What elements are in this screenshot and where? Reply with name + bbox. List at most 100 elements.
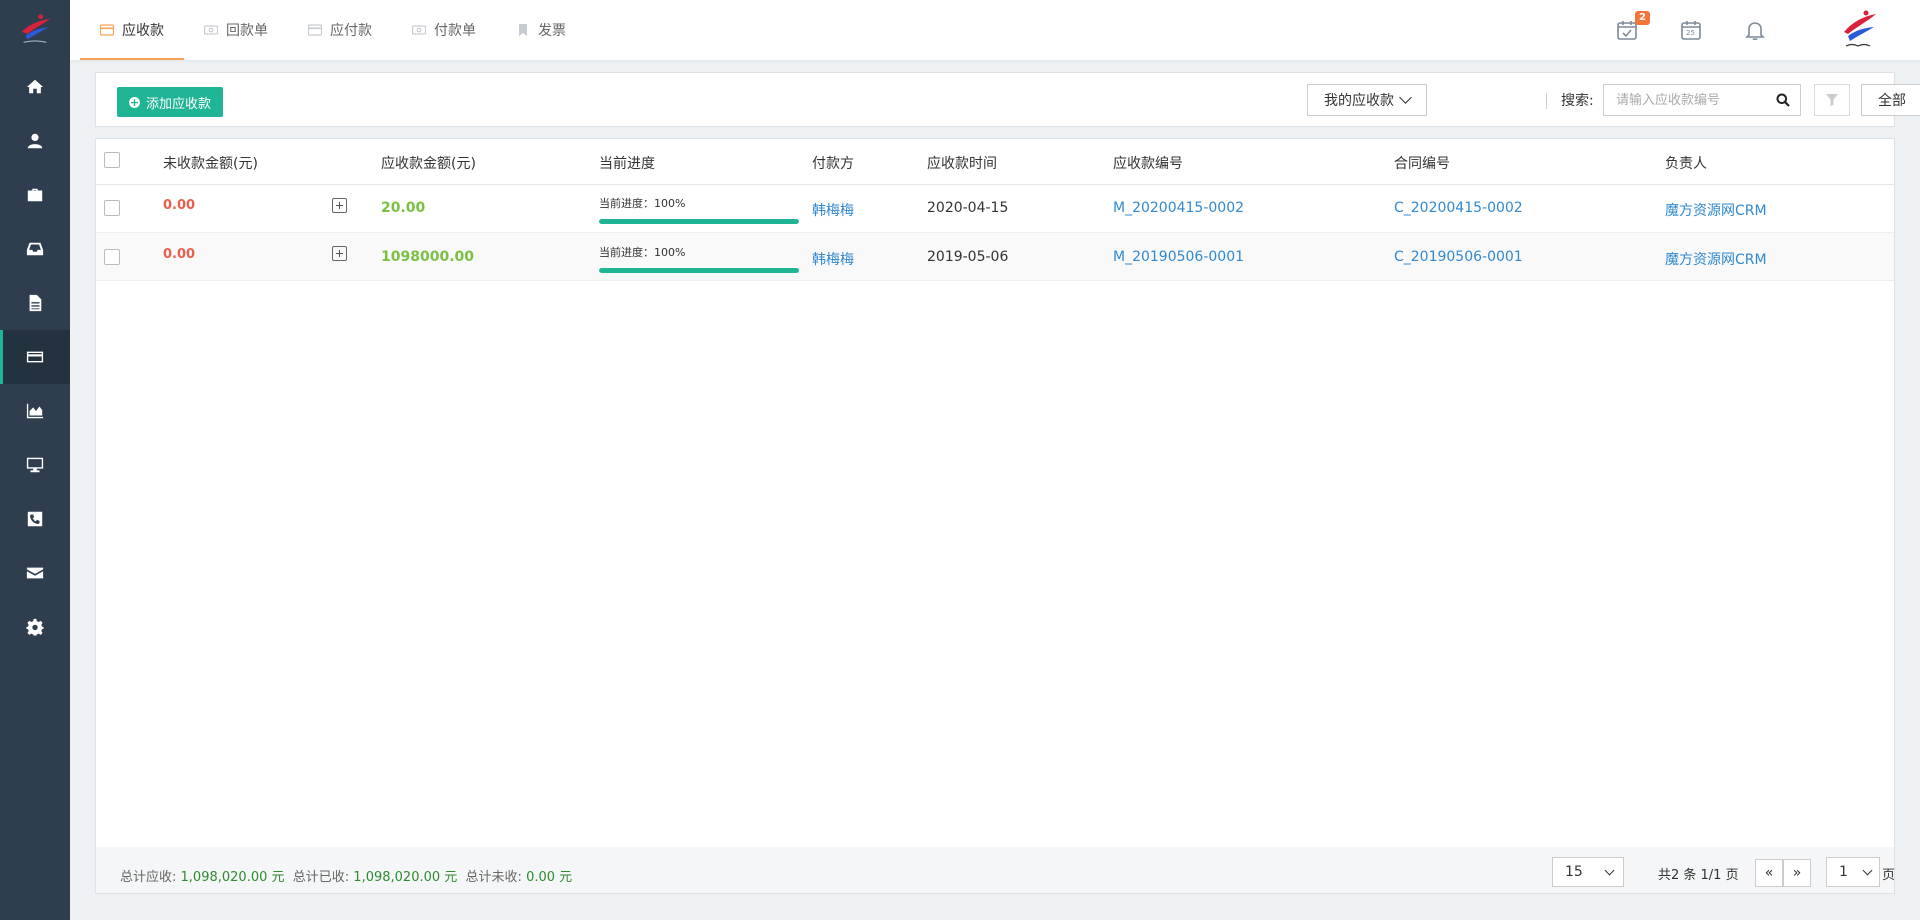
- total-unreceived-label: 总计未收:: [465, 870, 522, 885]
- progress-label: 当前进度：100%: [599, 246, 686, 259]
- sidebar-item-inbox[interactable]: [0, 222, 70, 276]
- receivable-amount: 20.00: [381, 200, 426, 216]
- table-row[interactable]: 0.00 20.00 当前进度：100% 韩梅梅 2020-04-15 M_20…: [96, 185, 1894, 233]
- progress-label: 当前进度：100%: [599, 197, 686, 210]
- logo[interactable]: [0, 0, 70, 60]
- chevron-down-icon: [1399, 91, 1412, 104]
- home-icon: [26, 79, 44, 94]
- owner-link[interactable]: 魔方资源网CRM: [1665, 200, 1767, 220]
- receivable-number-link[interactable]: M_20200415-0002: [1113, 200, 1244, 216]
- bell-icon: [1745, 22, 1765, 41]
- receivable-number-link[interactable]: M_20190506-0001: [1113, 249, 1244, 265]
- status-select-value: 全部: [1878, 93, 1906, 109]
- tab-payment-receipts[interactable]: 回款单: [184, 0, 288, 60]
- table-header: 未收款金额(元) 应收款金额(元) 当前进度 付款方 应收款时间 应收款编号 合…: [96, 139, 1894, 185]
- chevron-down-icon: [1862, 865, 1873, 875]
- add-receivable-button[interactable]: + 添加应收款: [117, 87, 224, 117]
- page-size-select[interactable]: 15: [1552, 857, 1624, 887]
- progress-fill: [599, 219, 799, 224]
- page-unit: 页: [1882, 868, 1896, 883]
- receivable-amount: 1098000.00: [381, 249, 474, 265]
- module-tabs: 应收款 回款单 应付款 付款单 发票: [80, 0, 586, 60]
- header-unreceived[interactable]: 未收款金额(元): [163, 153, 258, 173]
- expand-row-button[interactable]: [332, 246, 347, 261]
- plus-circle-icon: +: [129, 95, 140, 109]
- tab-payables[interactable]: 应付款: [288, 0, 392, 60]
- payer-link[interactable]: 韩梅梅: [812, 200, 854, 220]
- expand-row-button[interactable]: [332, 198, 347, 213]
- tab-label: 应收款: [122, 23, 164, 39]
- sidebar-item-monitor[interactable]: [0, 438, 70, 492]
- table-row[interactable]: 0.00 1098000.00 当前进度：100% 韩梅梅 2019-05-06…: [96, 233, 1894, 281]
- bookmark-icon: [519, 24, 527, 36]
- divider: [1546, 93, 1547, 109]
- briefcase-icon: [27, 188, 43, 202]
- brand-logo-icon: [1844, 10, 1876, 47]
- top-bar: 应收款 回款单 应付款 付款单 发票 2 25: [70, 0, 1920, 60]
- total-due-label: 总计应收:: [120, 870, 177, 885]
- page-number-value: 1: [1839, 864, 1848, 880]
- contract-number-link[interactable]: C_20190506-0001: [1394, 249, 1523, 265]
- brand-logo-icon: [21, 14, 51, 43]
- table-footer: 总计应收: 1,098,020.00 元 总计已收: 1,098,020.00 …: [96, 847, 1896, 893]
- toolbar: + 添加应收款 我的应收款 搜索: 全部: [95, 72, 1920, 127]
- sidebar-item-reports[interactable]: [0, 384, 70, 438]
- total-received-value: 1,098,020.00 元: [353, 870, 458, 885]
- envelope-icon: [26, 567, 44, 579]
- sidebar-item-settings[interactable]: [0, 600, 70, 654]
- notifications-button[interactable]: [1744, 19, 1766, 41]
- sidebar-item-mail[interactable]: [0, 546, 70, 600]
- page-size-value: 15: [1565, 864, 1583, 880]
- filter-button[interactable]: [1814, 84, 1850, 116]
- header-date[interactable]: 应收款时间: [927, 153, 997, 173]
- row-checkbox[interactable]: [104, 249, 120, 265]
- header-progress[interactable]: 当前进度: [599, 153, 655, 173]
- progress-fill: [599, 268, 799, 273]
- sidebar-item-calls[interactable]: [0, 492, 70, 546]
- calendar-day: 25: [1686, 29, 1695, 37]
- progress-bar: [599, 268, 799, 273]
- page-number-select[interactable]: 1: [1826, 857, 1880, 887]
- payer-link[interactable]: 韩梅梅: [812, 249, 854, 269]
- search-icon[interactable]: [1776, 93, 1790, 107]
- search-input[interactable]: [1604, 92, 1764, 108]
- receivable-date: 2019-05-06: [927, 249, 1009, 265]
- money-icon: [412, 25, 426, 35]
- sidebar: [0, 0, 70, 920]
- receivable-date: 2020-04-15: [927, 200, 1009, 216]
- user-avatar[interactable]: [1836, 8, 1880, 52]
- select-all-checkbox[interactable]: [104, 152, 120, 168]
- row-checkbox[interactable]: [104, 200, 120, 216]
- money-icon: [204, 25, 218, 35]
- sidebar-item-home[interactable]: [0, 60, 70, 114]
- tab-label: 发票: [538, 23, 566, 39]
- sidebar-item-customers[interactable]: [0, 114, 70, 168]
- search-box: [1603, 84, 1801, 116]
- tab-payment-orders[interactable]: 付款单: [392, 0, 496, 60]
- header-contract[interactable]: 合同编号: [1394, 153, 1450, 173]
- tab-receivables[interactable]: 应收款: [80, 0, 184, 60]
- total-received-label: 总计已收:: [292, 870, 350, 885]
- task-badge: 2: [1635, 11, 1650, 25]
- header-number[interactable]: 应收款编号: [1113, 153, 1183, 173]
- next-page-button[interactable]: »: [1783, 859, 1811, 887]
- sidebar-item-documents[interactable]: [0, 276, 70, 330]
- contract-number-link[interactable]: C_20200415-0002: [1394, 200, 1523, 216]
- task-button[interactable]: 2: [1616, 11, 1650, 41]
- header-owner[interactable]: 负责人: [1665, 153, 1707, 173]
- sidebar-item-finance[interactable]: [0, 330, 70, 384]
- header-payer[interactable]: 付款方: [812, 153, 854, 173]
- prev-page-button[interactable]: «: [1755, 859, 1783, 887]
- scope-select[interactable]: 我的应收款: [1307, 84, 1427, 116]
- gear-icon: [26, 618, 44, 636]
- tab-invoices[interactable]: 发票: [496, 0, 586, 60]
- phone-icon: [27, 511, 43, 527]
- header-amount[interactable]: 应收款金额(元): [381, 153, 476, 173]
- credit-card-icon: [308, 24, 322, 36]
- owner-link[interactable]: 魔方资源网CRM: [1665, 249, 1767, 269]
- sidebar-item-business[interactable]: [0, 168, 70, 222]
- totals-summary: 总计应收: 1,098,020.00 元 总计已收: 1,098,020.00 …: [120, 866, 572, 885]
- calendar-button[interactable]: 25: [1680, 19, 1702, 41]
- status-select[interactable]: 全部: [1861, 84, 1920, 116]
- unreceived-amount: 0.00: [163, 247, 196, 262]
